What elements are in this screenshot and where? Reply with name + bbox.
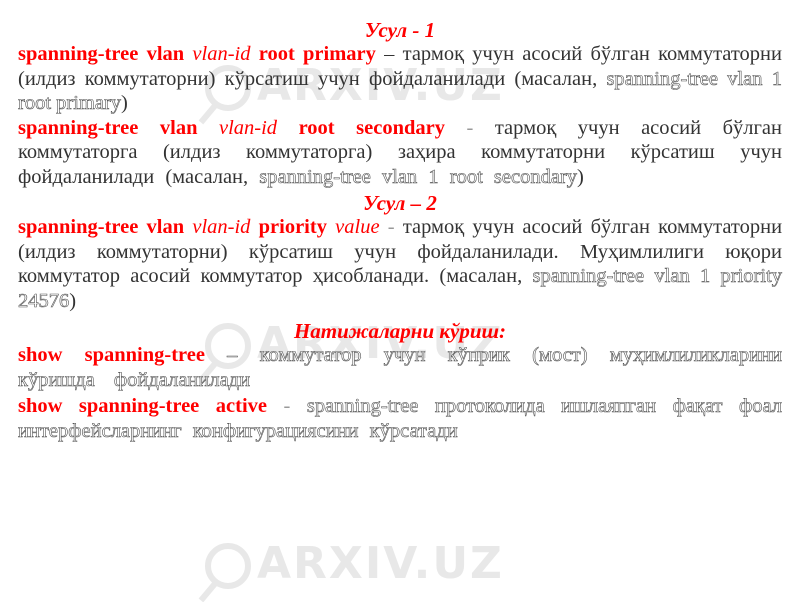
dash: – [227, 344, 238, 367]
argument-text: vlan-id [218, 116, 278, 139]
close-paren: ) [69, 289, 77, 312]
command-text: spanning-tree vlan [18, 116, 198, 139]
argument-text: vlan-id [192, 216, 251, 238]
argument-text: vlan-id [192, 43, 251, 65]
dash: – [384, 43, 395, 65]
paragraph-root-primary: spanning-tree vlan vlan-id root primary … [18, 42, 783, 116]
command-text: priority [258, 216, 327, 238]
dash: - [283, 395, 291, 417]
dash: - [466, 116, 474, 139]
paragraph-show-spanning-tree: show spanning-tree – коммутатор учун кўп… [18, 343, 783, 392]
section-heading-method-2: Усул – 2 [363, 191, 437, 215]
command-text: spanning-tree vlan [18, 216, 185, 238]
command-text: root primary [258, 43, 376, 65]
watermark: ARXIV.UZ [205, 538, 504, 589]
example-command: spanning-tree [306, 395, 419, 418]
command-text: root secondary [298, 116, 445, 139]
argument-text: value [335, 216, 380, 238]
paragraph-priority: spanning-tree vlan vlan-id priority valu… [18, 215, 783, 313]
example-command: spanning-tree vlan 1 root secondary [259, 165, 578, 188]
close-paren: ) [577, 165, 584, 188]
section-heading-method-1: Усул - 1 [364, 18, 436, 42]
command-text: show spanning-tree active [18, 395, 267, 417]
section-heading-results: Натижаларни кўриш: [293, 319, 507, 343]
document-page: Усул - 1 spanning-tree vlan vlan-id root… [18, 16, 783, 443]
paragraph-root-secondary: spanning-tree vlan vlan-id root secondar… [18, 116, 782, 190]
dash: - [387, 216, 395, 238]
close-paren: ) [121, 92, 128, 114]
command-text: show spanning-tree [18, 344, 205, 366]
magnifier-icon [205, 543, 251, 589]
command-text: spanning-tree vlan [18, 43, 185, 65]
paragraph-show-spanning-tree-active: show spanning-tree active - spanning-tre… [18, 394, 783, 443]
